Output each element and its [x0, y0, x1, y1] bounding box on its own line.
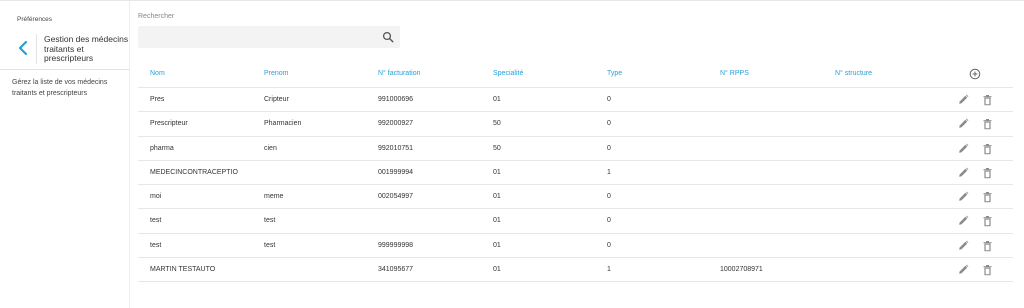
cell-prenom: cien [264, 144, 277, 152]
pencil-icon[interactable] [958, 94, 969, 105]
cell-type: 0 [607, 120, 611, 128]
trash-icon[interactable] [982, 118, 993, 130]
pencil-icon[interactable] [958, 215, 969, 226]
pencil-icon[interactable] [958, 191, 969, 202]
cell-facturation: 002054997 [378, 193, 414, 201]
pencil-icon[interactable] [958, 240, 969, 251]
table-row[interactable]: moi meme 002054997 01 0 [138, 185, 1013, 210]
cell-specialite: 01 [493, 96, 501, 103]
search-box [138, 26, 400, 48]
search-icon[interactable] [382, 31, 394, 43]
trash-icon[interactable] [982, 215, 993, 227]
pencil-icon[interactable] [958, 167, 969, 178]
column-header-nom[interactable]: Nom [150, 70, 165, 77]
page-description: Gérez la liste de vos médecins traitants… [12, 79, 108, 97]
trash-icon[interactable] [982, 94, 993, 106]
cell-specialite: 01 [493, 217, 501, 225]
cell-prenom: Pharmacien [264, 120, 302, 128]
trash-icon[interactable] [982, 143, 993, 155]
column-header-structure[interactable]: N° structure [835, 70, 872, 77]
cell-specialite: 50 [493, 144, 501, 152]
page-title: Gestion des médecins traitants et prescr… [44, 34, 129, 63]
cell-type: 0 [607, 193, 611, 201]
cell-rpps: 10002708971 [720, 266, 763, 274]
table-row[interactable]: Prescripteur Pharmacien 992000927 50 0 [138, 112, 1013, 137]
chevron-left-icon [18, 40, 28, 56]
search-input[interactable] [138, 26, 378, 48]
pencil-icon[interactable] [958, 143, 969, 154]
sidebar: Préférences Gestion des médecins traitan… [0, 1, 130, 308]
column-header-rpps[interactable]: N° RPPS [720, 70, 749, 77]
column-header-prenom[interactable]: Prenom [264, 70, 289, 77]
pencil-icon[interactable] [958, 264, 969, 275]
column-header-facturation[interactable]: N° facturation [378, 70, 421, 77]
cell-specialite: 01 [493, 193, 501, 201]
section-label: Préférences [17, 16, 53, 23]
column-header-type[interactable]: Type [607, 70, 622, 77]
trash-icon[interactable] [982, 264, 993, 276]
cell-facturation: 992010751 [378, 144, 414, 152]
cell-nom: moi [150, 193, 162, 201]
cell-type: 0 [607, 144, 611, 152]
cell-type: 0 [607, 96, 611, 103]
physicians-table: Nom Prenom N° facturation Specialité Typ… [138, 62, 1013, 283]
cell-facturation: 999999998 [378, 241, 414, 249]
cell-specialite: 01 [493, 266, 501, 274]
cell-type: 1 [607, 266, 611, 274]
table-row[interactable]: test test 01 0 [138, 209, 1013, 234]
cell-facturation: 001999994 [378, 168, 414, 176]
cell-specialite: 50 [493, 120, 501, 128]
trash-icon[interactable] [982, 240, 993, 252]
cell-prenom: Cripteur [264, 96, 289, 103]
cell-specialite: 01 [493, 168, 501, 176]
pencil-icon[interactable] [958, 118, 969, 129]
table-row[interactable]: test test 999999998 01 0 [138, 234, 1013, 259]
back-button[interactable] [16, 39, 30, 57]
trash-icon[interactable] [982, 167, 993, 179]
cell-type: 0 [607, 241, 611, 249]
table-body: Pres Cripteur 991000696 01 0 Prescripteu… [138, 88, 1013, 283]
cell-type: 0 [607, 217, 611, 225]
cell-facturation: 992000927 [378, 120, 414, 128]
cell-prenom: test [264, 241, 276, 249]
top-border [0, 0, 1024, 1]
title-divider [36, 34, 37, 64]
cell-nom: MEDECINCONTRACEPTIO [150, 168, 238, 176]
cell-nom: Prescripteur [150, 120, 188, 128]
cell-facturation: 341095677 [378, 266, 414, 274]
table-row[interactable]: MEDECINCONTRACEPTIO 001999994 01 1 [138, 161, 1013, 186]
cell-nom: MARTIN TESTAUTO [150, 266, 216, 274]
cell-nom: Pres [150, 96, 165, 103]
cell-type: 1 [607, 168, 611, 176]
sidebar-divider [0, 69, 130, 70]
cell-facturation: 991000696 [378, 96, 414, 103]
table-row[interactable]: pharma cien 992010751 50 0 [138, 137, 1013, 161]
cell-nom: test [150, 217, 162, 225]
cell-nom: pharma [150, 144, 174, 152]
trash-icon[interactable] [982, 191, 993, 203]
column-header-specialite[interactable]: Specialité [493, 70, 523, 77]
table-header: Nom Prenom N° facturation Specialité Typ… [138, 62, 1013, 88]
cell-prenom: meme [264, 193, 284, 201]
table-row[interactable]: MARTIN TESTAUTO 341095677 01 1 100027089… [138, 258, 1013, 283]
cell-specialite: 01 [493, 241, 501, 249]
add-circle-icon[interactable] [969, 68, 981, 80]
cell-prenom: test [264, 217, 276, 225]
cell-nom: test [150, 241, 162, 249]
search-label: Rechercher [138, 13, 175, 20]
table-row[interactable]: Pres Cripteur 991000696 01 0 [138, 88, 1013, 113]
